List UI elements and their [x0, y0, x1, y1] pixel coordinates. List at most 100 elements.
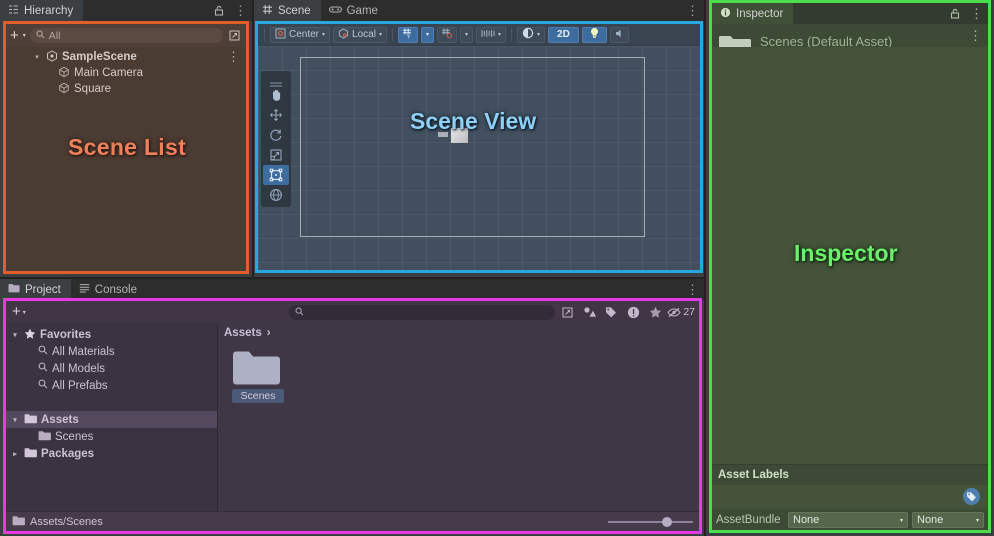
pivot-mode-dropdown[interactable]: Center ▾	[270, 26, 331, 43]
project-tree-label: Favorites	[40, 328, 92, 341]
hierarchy-row-label: SampleScene	[62, 51, 137, 63]
assetbundle-dropdown[interactable]: None ▾	[788, 512, 908, 528]
chevron-down-icon[interactable]: ▾	[900, 517, 903, 524]
filter-type-icon[interactable]	[579, 304, 599, 320]
hierarchy-row-square[interactable]: Square	[6, 81, 246, 97]
filter-label-icon[interactable]	[601, 304, 621, 320]
tab-scene[interactable]: Scene	[254, 0, 321, 21]
chevron-down-icon[interactable]: ▾	[976, 517, 979, 524]
asset-item-scenes[interactable]: Scenes	[232, 349, 284, 403]
chevron-down-icon[interactable]: ▾	[498, 31, 501, 38]
scene-tool-palette	[261, 71, 291, 207]
hierarchy-row-main-camera[interactable]: Main Camera	[6, 65, 246, 81]
tool-palette-grip[interactable]	[268, 75, 284, 87]
assetbundle-row: AssetBundle None ▾ None ▾	[712, 510, 988, 530]
scene-viewport[interactable]: Scene View	[258, 46, 700, 270]
kebab-menu-icon[interactable]: ⋮	[965, 3, 988, 24]
tab-project-label: Project	[25, 283, 61, 296]
breadcrumb-assets[interactable]: Assets	[224, 327, 262, 339]
scene-lighting-toggle[interactable]	[581, 26, 607, 43]
twod-toggle-button[interactable]: 2D	[548, 26, 579, 43]
project-tree-scenes[interactable]: Scenes	[6, 428, 217, 445]
hierarchy-row-samplescene[interactable]: ▾ SampleScene ⋮	[6, 49, 246, 65]
filter-favorite-icon[interactable]	[645, 304, 665, 320]
search-icon	[295, 303, 304, 321]
zoom-slider-knob[interactable]	[662, 516, 672, 527]
tag-icon[interactable]	[963, 488, 980, 505]
search-icon	[38, 345, 48, 358]
hierarchy-search-input[interactable]: All	[29, 28, 223, 43]
shading-mode-dropdown[interactable]: ▾	[517, 26, 546, 43]
scale-tool-icon[interactable]	[263, 145, 289, 165]
project-content-pane: Assets › Scenes	[218, 323, 699, 511]
assetbundle-label: AssetBundle	[716, 514, 781, 526]
grid-visibility-dropdown[interactable]: ▾	[459, 26, 473, 43]
project-tree-favorites[interactable]: ▾ Favorites	[6, 326, 217, 343]
grid-snap-button[interactable]: Y	[397, 26, 418, 43]
create-asset-button[interactable]: +	[10, 304, 21, 319]
project-body: + ▾ 27 ▾ Favorites All Materials All Mod…	[3, 298, 702, 534]
chevron-down-icon[interactable]: ▾	[426, 31, 429, 38]
scene-audio-toggle[interactable]	[609, 26, 629, 43]
snap-increment-dropdown[interactable]: ▾	[475, 26, 506, 43]
chevron-down-icon[interactable]: ▾	[32, 53, 42, 61]
project-tree-all-models[interactable]: All Models	[6, 360, 217, 377]
folder-icon	[232, 349, 284, 387]
chevron-down-icon[interactable]: ▾	[537, 31, 540, 38]
kebab-menu-icon[interactable]: ⋮	[229, 0, 252, 21]
project-split: ▾ Favorites All Materials All Models All…	[6, 323, 699, 511]
move-tool-icon[interactable]	[263, 105, 289, 125]
unity-editor-window: Hierarchy ⋮ + ▾ All ▾ SampleScene ⋮ Main…	[0, 0, 994, 536]
tab-console[interactable]: Console	[71, 279, 147, 300]
grid-visibility-button[interactable]	[436, 26, 457, 43]
kebab-menu-icon[interactable]: ⋮	[227, 50, 240, 63]
chevron-down-icon[interactable]: ▾	[379, 31, 382, 38]
assetbundle-variant-dropdown[interactable]: None ▾	[912, 512, 984, 528]
add-gameobject-caret-icon[interactable]: ▾	[23, 32, 26, 39]
project-tree-label: All Models	[52, 362, 106, 375]
grid-snap-dropdown[interactable]: ▾	[420, 26, 434, 43]
chevron-right-icon[interactable]: ▸	[10, 450, 20, 458]
project-status-path: Assets/Scenes	[30, 515, 103, 528]
tab-inspector[interactable]: Inspector	[712, 3, 794, 24]
hidden-packages-icon[interactable]: 27	[667, 304, 695, 320]
rect-tool-icon[interactable]	[263, 165, 289, 185]
add-gameobject-button[interactable]: +	[10, 28, 19, 43]
project-tree-assets[interactable]: ▾ Assets	[6, 411, 217, 428]
asset-zoom-slider[interactable]	[608, 516, 693, 528]
chevron-down-icon[interactable]: ▾	[10, 331, 20, 339]
tabbar-spacer	[388, 0, 681, 21]
project-search-input[interactable]	[288, 303, 556, 321]
chevron-down-icon[interactable]: ▾	[322, 31, 325, 38]
tab-project[interactable]: Project	[0, 279, 71, 300]
lock-icon[interactable]	[945, 3, 965, 24]
tab-hierarchy[interactable]: Hierarchy	[0, 0, 84, 21]
rotate-tool-icon[interactable]	[263, 125, 289, 145]
kebab-menu-icon[interactable]: ⋮	[969, 29, 982, 42]
project-tabbar: Project Console ⋮	[0, 279, 704, 300]
hierarchy-tabbar: Hierarchy ⋮	[0, 0, 252, 21]
kebab-menu-icon[interactable]: ⋮	[681, 0, 704, 21]
light-bulb-icon	[589, 27, 600, 42]
handle-local-icon	[338, 27, 349, 42]
create-asset-caret-icon[interactable]: ▾	[23, 309, 26, 316]
lock-icon[interactable]	[209, 0, 229, 21]
tab-game[interactable]: Game	[321, 0, 388, 21]
project-tree-label: All Materials	[52, 345, 115, 358]
hand-tool-icon[interactable]	[263, 85, 289, 105]
filter-warning-icon[interactable]	[623, 304, 643, 320]
project-tree-packages[interactable]: ▸ Packages	[6, 445, 217, 462]
project-tree-all-prefabs[interactable]: All Prefabs	[6, 377, 217, 394]
transform-tool-icon[interactable]	[263, 185, 289, 205]
project-tree-label: Assets	[41, 413, 79, 426]
chevron-down-icon[interactable]: ▾	[10, 416, 20, 424]
scene-grid-icon	[262, 4, 273, 18]
scene-panel: Scene Game ⋮ Center ▾ Local ▾ Y ▾ ▾ ▾ ▾ …	[254, 0, 704, 277]
project-tree-all-materials[interactable]: All Materials	[6, 343, 217, 360]
chevron-down-icon[interactable]: ▾	[465, 31, 468, 38]
asset-labels-area[interactable]	[712, 485, 988, 508]
kebab-menu-icon[interactable]: ⋮	[681, 279, 704, 300]
expand-icon[interactable]	[557, 304, 577, 320]
expand-icon[interactable]	[227, 30, 242, 41]
handle-space-dropdown[interactable]: Local ▾	[333, 26, 387, 43]
